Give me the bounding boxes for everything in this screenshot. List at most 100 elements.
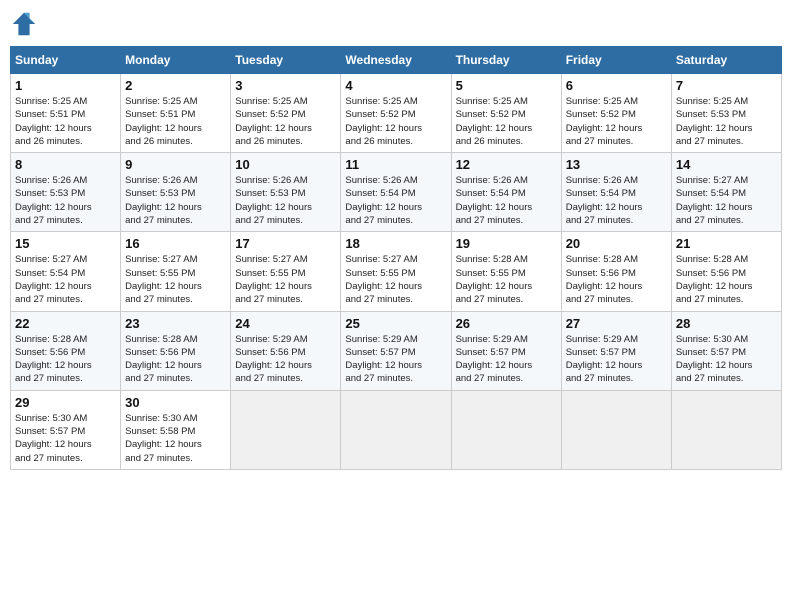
day-info: Sunrise: 5:28 AM Sunset: 5:55 PM Dayligh… — [456, 253, 557, 306]
day-number: 2 — [125, 78, 226, 93]
calendar-cell: 6 Sunrise: 5:25 AM Sunset: 5:52 PM Daylig… — [561, 74, 671, 153]
calendar-cell: 7Sunrise: 5:25 AM Sunset: 5:53 PM Daylig… — [671, 74, 781, 153]
calendar-cell: 19 Sunrise: 5:28 AM Sunset: 5:55 PM Dayli… — [451, 232, 561, 311]
day-info: Sunrise: 5:29 AM Sunset: 5:57 PM Dayligh… — [566, 333, 667, 386]
day-number: 1 — [15, 78, 116, 93]
day-info: Sunrise: 5:27 AM Sunset: 5:55 PM Dayligh… — [235, 253, 336, 306]
day-number: 25 — [345, 316, 446, 331]
day-number: 3 — [235, 78, 336, 93]
calendar-cell: 16 Sunrise: 5:27 AM Sunset: 5:55 PM Dayli… — [121, 232, 231, 311]
logo-icon — [10, 10, 38, 38]
day-number: 23 — [125, 316, 226, 331]
header-cell-tuesday: Tuesday — [231, 47, 341, 74]
calendar-cell: 4 Sunrise: 5:25 AM Sunset: 5:52 PM Daylig… — [341, 74, 451, 153]
calendar-cell: 25 Sunrise: 5:29 AM Sunset: 5:57 PM Dayli… — [341, 311, 451, 390]
calendar-cell: 23 Sunrise: 5:28 AM Sunset: 5:56 PM Dayli… — [121, 311, 231, 390]
day-info: Sunrise: 5:26 AM Sunset: 5:54 PM Dayligh… — [345, 174, 446, 227]
day-number: 16 — [125, 236, 226, 251]
day-number: 24 — [235, 316, 336, 331]
calendar-cell — [451, 390, 561, 469]
header-cell-friday: Friday — [561, 47, 671, 74]
calendar-cell: 22 Sunrise: 5:28 AM Sunset: 5:56 PM Dayli… — [11, 311, 121, 390]
day-number: 19 — [456, 236, 557, 251]
day-number: 11 — [345, 157, 446, 172]
day-info: Sunrise: 5:28 AM Sunset: 5:56 PM Dayligh… — [125, 333, 226, 386]
header-cell-saturday: Saturday — [671, 47, 781, 74]
day-number: 5 — [456, 78, 557, 93]
calendar-cell — [671, 390, 781, 469]
calendar-cell: 10 Sunrise: 5:26 AM Sunset: 5:53 PM Dayli… — [231, 153, 341, 232]
day-number: 20 — [566, 236, 667, 251]
day-info: Sunrise: 5:27 AM Sunset: 5:54 PM Dayligh… — [15, 253, 116, 306]
header-cell-wednesday: Wednesday — [341, 47, 451, 74]
day-info: Sunrise: 5:29 AM Sunset: 5:57 PM Dayligh… — [456, 333, 557, 386]
day-info: Sunrise: 5:25 AM Sunset: 5:52 PM Dayligh… — [566, 95, 667, 148]
logo — [10, 10, 42, 38]
day-info: Sunrise: 5:28 AM Sunset: 5:56 PM Dayligh… — [566, 253, 667, 306]
calendar-cell: 30 Sunrise: 5:30 AM Sunset: 5:58 PM Dayli… — [121, 390, 231, 469]
day-number: 30 — [125, 395, 226, 410]
calendar-week-4: 22 Sunrise: 5:28 AM Sunset: 5:56 PM Dayli… — [11, 311, 782, 390]
day-info: Sunrise: 5:28 AM Sunset: 5:56 PM Dayligh… — [676, 253, 777, 306]
day-info: Sunrise: 5:25 AM Sunset: 5:52 PM Dayligh… — [235, 95, 336, 148]
calendar-cell: 26 Sunrise: 5:29 AM Sunset: 5:57 PM Dayli… — [451, 311, 561, 390]
header-cell-sunday: Sunday — [11, 47, 121, 74]
day-info: Sunrise: 5:29 AM Sunset: 5:57 PM Dayligh… — [345, 333, 446, 386]
calendar-cell: 15Sunrise: 5:27 AM Sunset: 5:54 PM Dayli… — [11, 232, 121, 311]
calendar-cell: 17 Sunrise: 5:27 AM Sunset: 5:55 PM Dayli… — [231, 232, 341, 311]
day-info: Sunrise: 5:26 AM Sunset: 5:53 PM Dayligh… — [125, 174, 226, 227]
calendar-cell: 18 Sunrise: 5:27 AM Sunset: 5:55 PM Dayli… — [341, 232, 451, 311]
day-info: Sunrise: 5:27 AM Sunset: 5:55 PM Dayligh… — [345, 253, 446, 306]
day-number: 9 — [125, 157, 226, 172]
day-info: Sunrise: 5:26 AM Sunset: 5:54 PM Dayligh… — [456, 174, 557, 227]
calendar-cell: 1 Sunrise: 5:25 AM Sunset: 5:51 PM Daylig… — [11, 74, 121, 153]
day-number: 13 — [566, 157, 667, 172]
calendar-header: SundayMondayTuesdayWednesdayThursdayFrid… — [11, 47, 782, 74]
calendar-week-5: 29 Sunrise: 5:30 AM Sunset: 5:57 PM Dayli… — [11, 390, 782, 469]
header-row: SundayMondayTuesdayWednesdayThursdayFrid… — [11, 47, 782, 74]
day-number: 10 — [235, 157, 336, 172]
day-info: Sunrise: 5:28 AM Sunset: 5:56 PM Dayligh… — [15, 333, 116, 386]
day-number: 28 — [676, 316, 777, 331]
calendar-cell: 2 Sunrise: 5:25 AM Sunset: 5:51 PM Daylig… — [121, 74, 231, 153]
calendar-cell — [561, 390, 671, 469]
day-number: 29 — [15, 395, 116, 410]
day-info: Sunrise: 5:25 AM Sunset: 5:51 PM Dayligh… — [125, 95, 226, 148]
day-info: Sunrise: 5:27 AM Sunset: 5:55 PM Dayligh… — [125, 253, 226, 306]
calendar-week-1: 1 Sunrise: 5:25 AM Sunset: 5:51 PM Daylig… — [11, 74, 782, 153]
calendar-cell: 14Sunrise: 5:27 AM Sunset: 5:54 PM Dayli… — [671, 153, 781, 232]
day-info: Sunrise: 5:30 AM Sunset: 5:57 PM Dayligh… — [15, 412, 116, 465]
day-info: Sunrise: 5:25 AM Sunset: 5:53 PM Dayligh… — [676, 95, 777, 148]
day-number: 18 — [345, 236, 446, 251]
calendar-week-3: 15Sunrise: 5:27 AM Sunset: 5:54 PM Dayli… — [11, 232, 782, 311]
calendar-cell: 9 Sunrise: 5:26 AM Sunset: 5:53 PM Daylig… — [121, 153, 231, 232]
calendar-cell: 13Sunrise: 5:26 AM Sunset: 5:54 PM Dayli… — [561, 153, 671, 232]
calendar-cell — [341, 390, 451, 469]
day-info: Sunrise: 5:30 AM Sunset: 5:58 PM Dayligh… — [125, 412, 226, 465]
calendar-cell: 11 Sunrise: 5:26 AM Sunset: 5:54 PM Dayli… — [341, 153, 451, 232]
calendar-cell: 27Sunrise: 5:29 AM Sunset: 5:57 PM Dayli… — [561, 311, 671, 390]
day-info: Sunrise: 5:25 AM Sunset: 5:51 PM Dayligh… — [15, 95, 116, 148]
calendar-cell: 21 Sunrise: 5:28 AM Sunset: 5:56 PM Dayli… — [671, 232, 781, 311]
day-number: 21 — [676, 236, 777, 251]
day-number: 26 — [456, 316, 557, 331]
calendar-cell: 3 Sunrise: 5:25 AM Sunset: 5:52 PM Daylig… — [231, 74, 341, 153]
day-number: 14 — [676, 157, 777, 172]
day-number: 8 — [15, 157, 116, 172]
day-number: 4 — [345, 78, 446, 93]
day-number: 22 — [15, 316, 116, 331]
day-info: Sunrise: 5:25 AM Sunset: 5:52 PM Dayligh… — [345, 95, 446, 148]
calendar-cell: 5Sunrise: 5:25 AM Sunset: 5:52 PM Daylig… — [451, 74, 561, 153]
calendar-cell: 12Sunrise: 5:26 AM Sunset: 5:54 PM Dayli… — [451, 153, 561, 232]
header-cell-thursday: Thursday — [451, 47, 561, 74]
day-number: 17 — [235, 236, 336, 251]
calendar-cell: 24 Sunrise: 5:29 AM Sunset: 5:56 PM Dayli… — [231, 311, 341, 390]
day-number: 6 — [566, 78, 667, 93]
day-info: Sunrise: 5:30 AM Sunset: 5:57 PM Dayligh… — [676, 333, 777, 386]
day-info: Sunrise: 5:29 AM Sunset: 5:56 PM Dayligh… — [235, 333, 336, 386]
calendar-table: SundayMondayTuesdayWednesdayThursdayFrid… — [10, 46, 782, 470]
day-info: Sunrise: 5:26 AM Sunset: 5:53 PM Dayligh… — [15, 174, 116, 227]
calendar-cell: 29 Sunrise: 5:30 AM Sunset: 5:57 PM Dayli… — [11, 390, 121, 469]
calendar-cell: 20 Sunrise: 5:28 AM Sunset: 5:56 PM Dayli… — [561, 232, 671, 311]
day-info: Sunrise: 5:26 AM Sunset: 5:53 PM Dayligh… — [235, 174, 336, 227]
